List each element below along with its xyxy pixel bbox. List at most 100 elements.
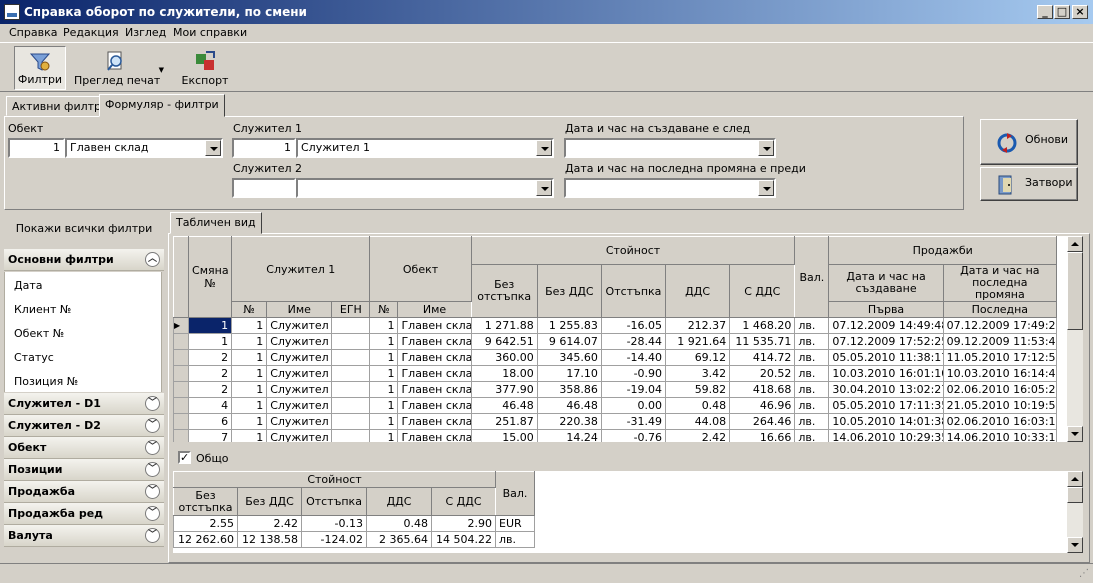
table-cell[interactable]: 3.42 — [665, 365, 731, 382]
table-cell[interactable]: 7 — [188, 429, 233, 442]
totals-col-vat[interactable]: ДДС — [366, 487, 432, 516]
table-cell[interactable]: Главен склад — [397, 397, 472, 414]
menu-report[interactable]: Справка — [9, 26, 57, 39]
table-cell[interactable]: Главен склад — [397, 381, 472, 398]
table-cell[interactable]: 1 — [231, 413, 268, 430]
table-cell[interactable]: Служител 1 — [266, 333, 333, 350]
table-cell[interactable]: лв. — [794, 317, 830, 334]
col-shift[interactable]: Смяна № — [188, 236, 233, 318]
table-cell[interactable]: 2.42 — [237, 515, 302, 532]
tab-table-view[interactable]: Табличен вид — [170, 212, 262, 234]
dropdown-arrow-icon[interactable]: ▼ — [159, 66, 164, 74]
table-cell[interactable]: 6 — [188, 413, 233, 430]
table-cell[interactable]: -19.04 — [600, 381, 667, 398]
table-cell[interactable]: 46.48 — [536, 397, 602, 414]
chevron-down-icon[interactable] — [536, 140, 552, 156]
filter-object-no[interactable]: Обект № — [14, 327, 64, 340]
totals-col-no-vat[interactable]: Без ДДС — [237, 487, 302, 516]
chevron-down-icon[interactable] — [205, 140, 221, 156]
table-cell[interactable]: 414.72 — [729, 349, 796, 366]
table-cell[interactable]: лв. — [794, 397, 830, 414]
close-form-button[interactable]: Затвори — [980, 167, 1078, 201]
table-cell[interactable]: -31.49 — [600, 413, 667, 430]
table-cell[interactable]: Главен склад — [397, 429, 472, 442]
table-cell[interactable]: 1 — [231, 317, 268, 334]
table-cell[interactable]: 1 — [231, 381, 268, 398]
row-indicator[interactable] — [173, 381, 190, 398]
table-cell[interactable]: лв. — [794, 429, 830, 442]
menu-edit[interactable]: Редакция — [63, 26, 119, 39]
col-emp-egn[interactable]: ЕГН — [331, 301, 371, 318]
totals-col-currency[interactable]: Вал. — [495, 471, 536, 516]
table-cell[interactable] — [331, 349, 371, 366]
table-cell[interactable]: лв. — [794, 413, 830, 430]
table-cell[interactable]: 4 — [188, 397, 233, 414]
table-cell[interactable]: 09.12.2009 11:53:40 — [942, 333, 1058, 350]
table-cell[interactable]: 46.48 — [470, 397, 538, 414]
row-indicator[interactable] — [173, 429, 190, 442]
section-main-filters[interactable]: Основни филтри ︿ — [4, 249, 164, 271]
object-id-input[interactable]: 1 — [8, 138, 65, 158]
table-cell[interactable]: 11.05.2010 17:12:54 — [942, 349, 1058, 366]
table-cell[interactable]: лв. — [794, 365, 830, 382]
col-obj-no[interactable]: № — [369, 301, 399, 318]
employee2-select[interactable] — [296, 178, 554, 198]
tab-filter-form[interactable]: Формуляр - филтри — [99, 94, 225, 117]
totals-checkbox[interactable]: ✓ — [178, 451, 191, 464]
table-cell[interactable]: лв. — [794, 333, 830, 350]
table-cell[interactable]: 220.38 — [536, 413, 602, 430]
chevron-down-icon[interactable]: ﹀ — [145, 396, 160, 411]
table-cell[interactable]: Главен склад — [397, 317, 472, 334]
filter-client-no[interactable]: Клиент № — [14, 303, 71, 316]
col-currency[interactable]: Вал. — [794, 236, 830, 318]
table-cell[interactable]: 9 642.51 — [470, 333, 538, 350]
refresh-button[interactable]: Обнови — [980, 119, 1078, 165]
table-cell[interactable]: лв. — [794, 381, 830, 398]
table-cell[interactable] — [331, 397, 371, 414]
table-cell[interactable]: 2.42 — [665, 429, 731, 442]
col-discount[interactable]: Отстъпка — [600, 264, 667, 318]
scroll-down-icon[interactable] — [1067, 426, 1083, 442]
table-cell[interactable]: 07.12.2009 17:52:25 — [828, 333, 944, 350]
table-cell[interactable]: 18.00 — [470, 365, 538, 382]
scroll-up-icon[interactable] — [1067, 236, 1083, 252]
table-cell[interactable]: 10.05.2010 14:01:38 — [828, 413, 944, 430]
table-row[interactable]: 11Служител 11Главен склад9 642.519 614.0… — [173, 333, 1058, 350]
table-cell[interactable]: 02.06.2010 16:05:23 — [942, 381, 1058, 398]
scroll-thumb[interactable] — [1067, 252, 1083, 330]
table-cell[interactable]: Служител 1 — [266, 365, 333, 382]
table-cell[interactable]: 44.08 — [665, 413, 731, 430]
table-cell[interactable]: 358.86 — [536, 381, 602, 398]
table-row[interactable]: 61Служител 11Главен склад251.87220.38-31… — [173, 413, 1058, 430]
table-row[interactable]: ▶11Служител 11Главен склад1 271.881 255.… — [173, 317, 1058, 334]
col-vat[interactable]: ДДС — [665, 264, 731, 318]
table-row[interactable]: 71Служител 11Главен склад15.0014.24-0.76… — [173, 429, 1058, 442]
table-cell[interactable]: 1 255.83 — [536, 317, 602, 334]
main-grid-scrollbar[interactable] — [1067, 236, 1083, 442]
menu-view[interactable]: Изглед — [125, 26, 166, 39]
table-cell[interactable]: 30.04.2010 13:02:27 — [828, 381, 944, 398]
table-cell[interactable] — [331, 381, 371, 398]
table-cell[interactable]: 418.68 — [729, 381, 796, 398]
col-first[interactable]: Първа — [828, 301, 944, 318]
table-cell[interactable]: 12 262.60 — [173, 531, 238, 548]
table-cell[interactable]: 0.48 — [665, 397, 731, 414]
col-last[interactable]: Последна — [942, 301, 1058, 318]
col-no-discount[interactable]: Без отстъпка — [470, 264, 538, 318]
table-cell[interactable]: -28.44 — [600, 333, 667, 350]
table-cell[interactable]: 2 365.64 — [366, 531, 432, 548]
section-currency[interactable]: Валута ﹀ — [4, 525, 164, 547]
close-button[interactable]: × — [1072, 5, 1088, 19]
table-cell[interactable]: Служител 1 — [266, 317, 333, 334]
object-select[interactable]: Главен склад — [65, 138, 223, 158]
section-positions[interactable]: Позиции ﹀ — [4, 459, 164, 481]
table-cell[interactable]: 1 — [369, 349, 399, 366]
row-indicator[interactable] — [173, 365, 190, 382]
table-cell[interactable]: 1 — [231, 365, 268, 382]
col-obj-name[interactable]: Име — [397, 301, 472, 318]
table-row[interactable]: 2.55 2.42 -0.13 0.48 2.90 EUR — [173, 515, 536, 532]
export-button[interactable]: Експорт — [180, 46, 230, 90]
col-emp-name[interactable]: Име — [266, 301, 333, 318]
filters-button[interactable]: Филтри — [14, 46, 66, 90]
table-cell[interactable]: 1 — [369, 365, 399, 382]
